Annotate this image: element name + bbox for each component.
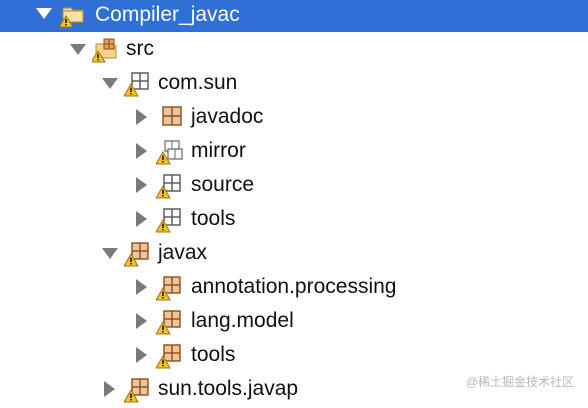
mirror-label: mirror	[191, 139, 246, 162]
project-label: Compiler_javac	[95, 3, 240, 26]
tree-row-src[interactable]: src	[0, 32, 588, 66]
package-icon	[158, 103, 184, 129]
lang-model-label: lang.model	[191, 309, 294, 332]
expand-chevron-icon[interactable]	[136, 177, 147, 193]
expand-chevron-icon[interactable]	[136, 143, 147, 159]
package-warning-icon	[155, 307, 182, 335]
expand-chevron-icon[interactable]	[136, 347, 147, 363]
expand-chevron-icon[interactable]	[136, 313, 147, 329]
tree-row-javax-tools[interactable]: tools	[0, 338, 588, 372]
sun-tools-javap-label: sun.tools.javap	[158, 377, 299, 400]
tree-row-lang-model[interactable]: lang.model	[0, 304, 588, 338]
package-warning-icon	[123, 375, 150, 403]
package-warning-icon	[155, 171, 182, 199]
source-folder-warning-icon	[90, 35, 118, 63]
tools-label: tools	[191, 207, 236, 230]
com-sun-label: com.sun	[158, 71, 238, 94]
watermark: @稀土掘金技术社区	[465, 375, 574, 389]
tree-row-javadoc[interactable]: javadoc	[0, 100, 588, 134]
package-warning-icon	[123, 69, 150, 97]
expand-chevron-icon[interactable]	[102, 78, 118, 89]
javax-label: javax	[158, 241, 208, 264]
expand-chevron-icon[interactable]	[36, 8, 52, 19]
expand-chevron-icon[interactable]	[136, 109, 147, 125]
tree-row-com-sun[interactable]: com.sun	[0, 66, 588, 100]
src-label: src	[126, 37, 154, 60]
tree-row-javax[interactable]: javax	[0, 236, 588, 270]
source-label: source	[191, 173, 255, 196]
javax-tools-label: tools	[191, 343, 236, 366]
expand-chevron-icon[interactable]	[102, 248, 118, 259]
package-warning-icon	[155, 273, 182, 301]
expand-chevron-icon[interactable]	[70, 44, 86, 55]
package-warning-icon	[155, 341, 182, 369]
tree-row-source[interactable]: source	[0, 168, 588, 202]
expand-chevron-icon[interactable]	[104, 381, 115, 397]
tree-row-mirror[interactable]: mirror	[0, 134, 588, 168]
expand-chevron-icon[interactable]	[136, 279, 147, 295]
package-warning-icon	[123, 239, 150, 267]
package-warning-icon	[155, 137, 183, 165]
project-folder-warning-icon	[58, 0, 86, 28]
expand-chevron-icon[interactable]	[136, 211, 147, 227]
annotation-processing-label: annotation.processing	[191, 275, 397, 298]
tree-row-project[interactable]: Compiler_javac	[0, 0, 588, 32]
javadoc-label: javadoc	[191, 105, 264, 128]
tree-row-tools[interactable]: tools	[0, 202, 588, 236]
package-warning-icon	[155, 205, 182, 233]
tree-row-annotation-processing[interactable]: annotation.processing	[0, 270, 588, 304]
